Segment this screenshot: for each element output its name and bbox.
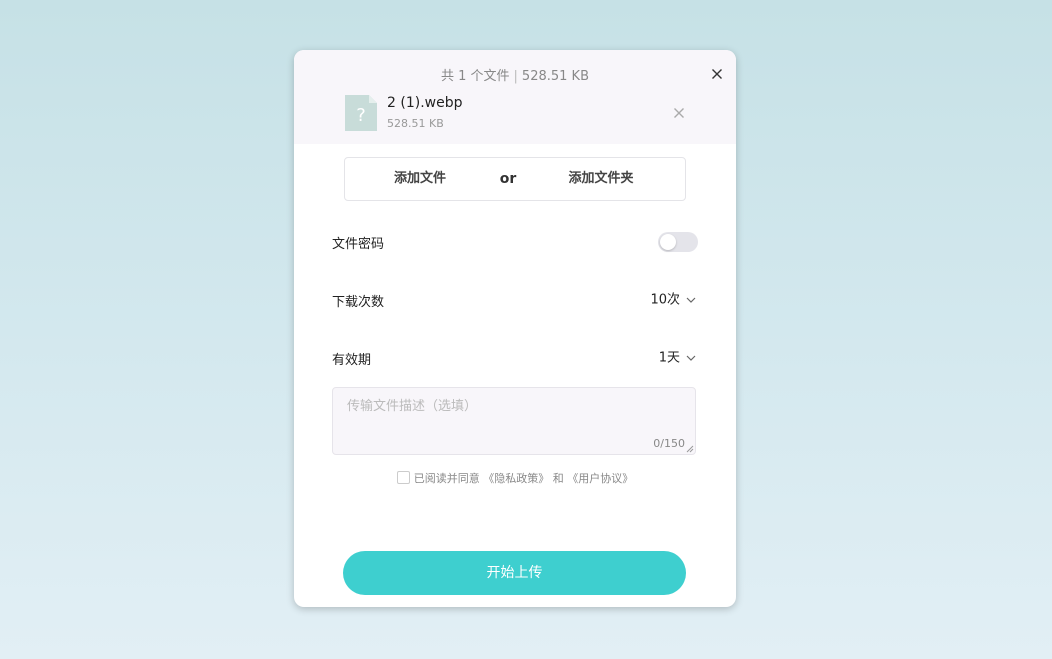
password-toggle[interactable] — [658, 232, 698, 252]
expiry-value: 1天 — [658, 350, 680, 366]
agreement-checkbox[interactable] — [396, 471, 410, 484]
upload-dialog: 共 1 个文件 | 528.51 KB ? 2 (1).webp 528.51 KB — [294, 50, 736, 607]
start-upload-button[interactable]: 开始上传 — [343, 551, 686, 595]
agreement-text: 已阅读并同意 — [413, 472, 480, 485]
chevron-down-icon — [686, 348, 696, 368]
description-field: 0/150 — [332, 387, 696, 455]
file-count: 共 1 个文件 — [440, 69, 510, 84]
file-summary: 共 1 个文件 | 528.51 KB — [294, 65, 736, 84]
add-folder-button[interactable]: 添加文件夹 — [551, 158, 651, 200]
add-file-button[interactable]: 添加文件 — [375, 158, 465, 200]
agreement-row: 已阅读并同意 《隐私政策》 和 《用户协议》 — [294, 470, 736, 486]
file-size: 528.51 KB — [387, 117, 444, 130]
remove-file-icon[interactable] — [670, 103, 688, 121]
close-icon[interactable] — [708, 64, 726, 82]
add-source-box: 添加文件 or 添加文件夹 — [344, 157, 686, 201]
char-counter: 0/150 — [653, 437, 685, 450]
unknown-file-icon: ? — [345, 95, 377, 131]
file-panel: 共 1 个文件 | 528.51 KB ? 2 (1).webp 528.51 KB — [294, 50, 736, 144]
total-size: 528.51 KB — [521, 69, 589, 84]
password-label: 文件密码 — [332, 237, 385, 252]
chevron-down-icon — [686, 290, 696, 310]
file-name: 2 (1).webp — [387, 95, 463, 111]
expiry-select[interactable]: 1天 — [659, 348, 696, 368]
toggle-knob — [660, 234, 676, 250]
user-agreement-link[interactable]: 《用户协议》 — [567, 472, 633, 485]
agreement-and: 和 — [552, 472, 564, 485]
description-input[interactable] — [333, 388, 695, 454]
expiry-label: 有效期 — [332, 353, 372, 368]
privacy-policy-link[interactable]: 《隐私政策》 — [483, 472, 549, 485]
download-count-label: 下载次数 — [332, 295, 385, 310]
or-label: or — [499, 171, 517, 187]
resize-grip-icon[interactable] — [686, 445, 694, 453]
summary-separator: | — [513, 69, 518, 84]
file-item: ? 2 (1).webp 528.51 KB — [345, 94, 695, 134]
download-count-select[interactable]: 10次 — [650, 290, 696, 310]
download-count-value: 10次 — [650, 292, 680, 308]
svg-text:?: ? — [356, 105, 366, 126]
